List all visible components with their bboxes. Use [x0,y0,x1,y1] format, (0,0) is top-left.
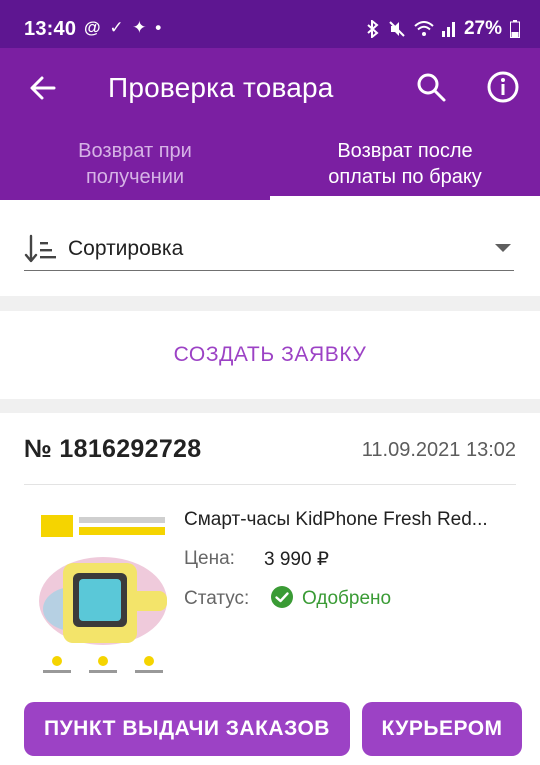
tab-label-line2: оплаты по браку [328,166,482,188]
notification-icons: @ ✓ ✦ • [80,18,161,38]
battery-percent: 27% [463,18,502,39]
price-value: 3 990 ₽ [264,549,329,570]
status-time: 13:40 [24,18,77,40]
create-request-button[interactable]: СОЗДАТЬ ЗАЯВКУ [0,311,540,399]
order-number: № 1816292728 [24,435,202,463]
sort-panel: Сортировка [0,200,540,296]
sort-underline [24,270,514,271]
app-bar: Проверка товара [0,48,540,130]
at-icon: @ [84,18,101,37]
back-arrow-icon[interactable] [28,70,58,106]
check-circle-icon: ✓ [109,18,124,37]
order-card: № 1816292728 11.09.2021 13:02 Смарт-часы… [0,413,540,765]
battery-icon [510,20,520,38]
info-icon[interactable] [486,70,520,104]
wifi-icon [414,21,434,36]
tab-label-line1: Возврат при [78,140,192,162]
divider [24,484,516,485]
dot-icon: • [155,18,162,37]
create-panel: СОЗДАТЬ ЗАЯВКУ [0,311,540,399]
status-label: Статус: [184,588,250,609]
app-icon: ✦ [132,18,147,37]
price-label: Цена: [184,548,235,569]
status-value: Одобрено [302,588,392,609]
dropdown-arrow-icon [495,244,511,252]
courier-button[interactable]: КУРЬЕРОМ [362,702,522,756]
search-icon[interactable] [414,70,448,104]
product-name[interactable]: Смарт-часы KidPhone Fresh Red... [184,509,488,531]
tab-bar: Возврат при получении Возврат после опла… [0,130,540,200]
system-icons: 27% [366,18,520,40]
pickup-point-button[interactable]: ПУНКТ ВЫДАЧИ ЗАКАЗОВ [24,702,350,756]
check-circle-icon [271,586,293,608]
bluetooth-icon [367,20,379,38]
tab-label-line1: Возврат после [337,140,473,162]
product-image[interactable] [33,509,173,681]
mute-icon [389,21,405,37]
tab-label-line2: получении [85,166,185,188]
sort-label: Сортировка [68,237,184,260]
status-bar: 13:40 @ ✓ ✦ • 27% [0,0,540,48]
tab-return-on-receipt[interactable]: Возврат при получении [0,138,270,190]
signal-icon [441,22,455,37]
tab-return-after-payment[interactable]: Возврат после оплаты по браку [270,138,540,190]
sort-icon [24,234,56,263]
page-title: Проверка товара [108,72,334,103]
order-date: 11.09.2021 13:02 [361,439,516,461]
